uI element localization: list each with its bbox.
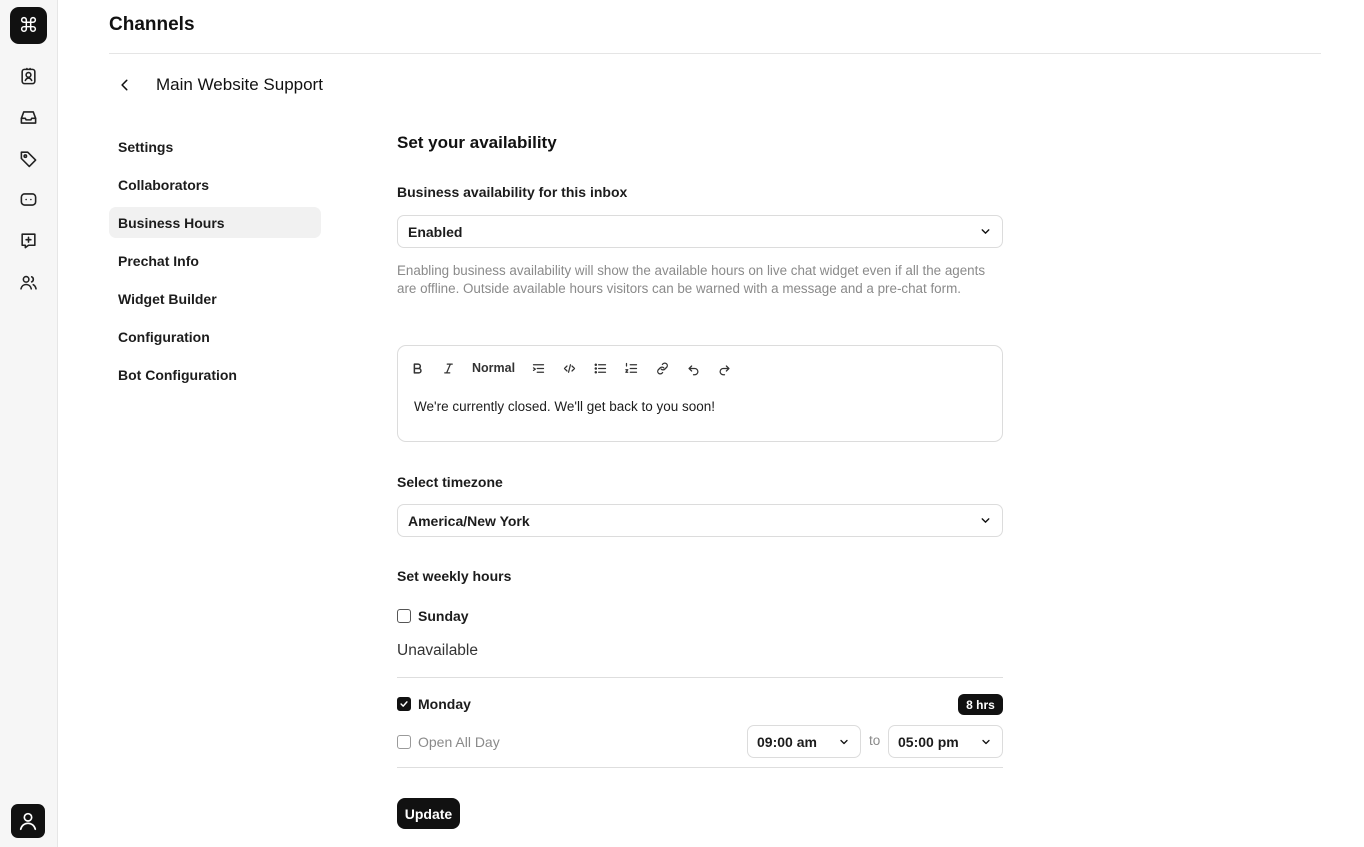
monday-label: Monday bbox=[418, 696, 471, 712]
open-all-day-row: Open All Day bbox=[397, 734, 500, 750]
numbered-list-icon[interactable] bbox=[624, 358, 639, 378]
icon-rail: ⌘ bbox=[0, 0, 58, 847]
subnav-item-configuration[interactable]: Configuration bbox=[109, 321, 321, 352]
chevron-down-icon bbox=[840, 739, 848, 745]
subnav-item-collaborators[interactable]: Collaborators bbox=[109, 169, 321, 200]
day-divider bbox=[397, 767, 1003, 768]
end-time-select[interactable]: 05:00 pm bbox=[888, 725, 1003, 758]
sunday-label: Sunday bbox=[418, 608, 469, 624]
team-icon[interactable] bbox=[15, 269, 41, 295]
user-avatar-icon[interactable] bbox=[11, 804, 45, 838]
contacts-icon[interactable] bbox=[15, 63, 41, 89]
timezone-value: America/New York bbox=[408, 512, 530, 529]
open-all-day-label: Open All Day bbox=[418, 734, 500, 750]
open-all-day-checkbox[interactable] bbox=[397, 735, 411, 749]
end-time-value: 05:00 pm bbox=[898, 733, 959, 750]
chevron-down-icon bbox=[981, 518, 990, 523]
start-time-select[interactable]: 09:00 am bbox=[747, 725, 861, 758]
business-availability-label: Business availability for this inbox bbox=[397, 184, 628, 200]
subnav-item-business-hours[interactable]: Business Hours bbox=[109, 207, 321, 238]
subnav-item-settings[interactable]: Settings bbox=[109, 131, 321, 162]
section-title: Set your availability bbox=[397, 133, 557, 152]
command-icon: ⌘ bbox=[18, 15, 39, 37]
tag-icon[interactable] bbox=[15, 145, 41, 171]
timezone-label: Select timezone bbox=[397, 474, 503, 490]
sunday-checkbox[interactable] bbox=[397, 609, 411, 623]
bullet-list-icon[interactable] bbox=[593, 358, 608, 378]
page-title: Channels bbox=[109, 14, 195, 35]
timezone-select[interactable]: America/New York bbox=[397, 504, 1003, 537]
link-icon[interactable] bbox=[655, 358, 670, 378]
settings-subnav: Settings Collaborators Business Hours Pr… bbox=[109, 131, 321, 397]
weekly-hours-label: Set weekly hours bbox=[397, 568, 512, 584]
inbox-icon[interactable] bbox=[15, 104, 41, 130]
start-time-value: 09:00 am bbox=[757, 733, 817, 750]
availability-help-text: Enabling business availability will show… bbox=[397, 263, 986, 296]
chevron-down-icon bbox=[981, 229, 990, 234]
bot-icon[interactable] bbox=[15, 186, 41, 212]
monday-row: Monday bbox=[397, 696, 471, 712]
undo-icon[interactable] bbox=[686, 358, 701, 378]
unavailable-message-editor[interactable]: Normal We're currently closed. We'll get… bbox=[397, 345, 1003, 442]
sunday-row: Sunday bbox=[397, 608, 469, 624]
app-logo[interactable]: ⌘ bbox=[10, 7, 47, 44]
bold-icon[interactable] bbox=[410, 358, 425, 378]
italic-icon[interactable] bbox=[441, 358, 456, 378]
business-availability-select[interactable]: Enabled bbox=[397, 215, 1003, 248]
business-availability-value: Enabled bbox=[408, 223, 463, 240]
header-divider bbox=[109, 53, 1321, 54]
code-icon[interactable] bbox=[562, 358, 577, 378]
back-button[interactable] bbox=[114, 74, 136, 96]
editor-toolbar: Normal bbox=[410, 358, 748, 378]
monday-checkbox[interactable] bbox=[397, 697, 411, 711]
sunday-status: Unavailable bbox=[397, 642, 478, 659]
to-label: to bbox=[869, 733, 881, 748]
hours-badge: 8 hrs bbox=[958, 694, 1003, 715]
indent-list-icon[interactable] bbox=[531, 358, 546, 378]
subnav-item-bot-configuration[interactable]: Bot Configuration bbox=[109, 359, 321, 390]
day-divider bbox=[397, 677, 1003, 678]
checkmark-icon bbox=[400, 701, 408, 707]
editor-content[interactable]: We're currently closed. We'll get back t… bbox=[414, 399, 715, 414]
chevron-left-icon bbox=[121, 79, 128, 91]
chevron-down-icon bbox=[982, 739, 990, 745]
heading-select[interactable]: Normal bbox=[472, 358, 515, 378]
inbox-title: Main Website Support bbox=[156, 75, 323, 94]
subnav-item-widget-builder[interactable]: Widget Builder bbox=[109, 283, 321, 314]
add-note-icon[interactable] bbox=[15, 227, 41, 253]
redo-icon[interactable] bbox=[717, 358, 732, 378]
subnav-item-prechat-info[interactable]: Prechat Info bbox=[109, 245, 321, 276]
update-button[interactable]: Update bbox=[397, 798, 460, 829]
